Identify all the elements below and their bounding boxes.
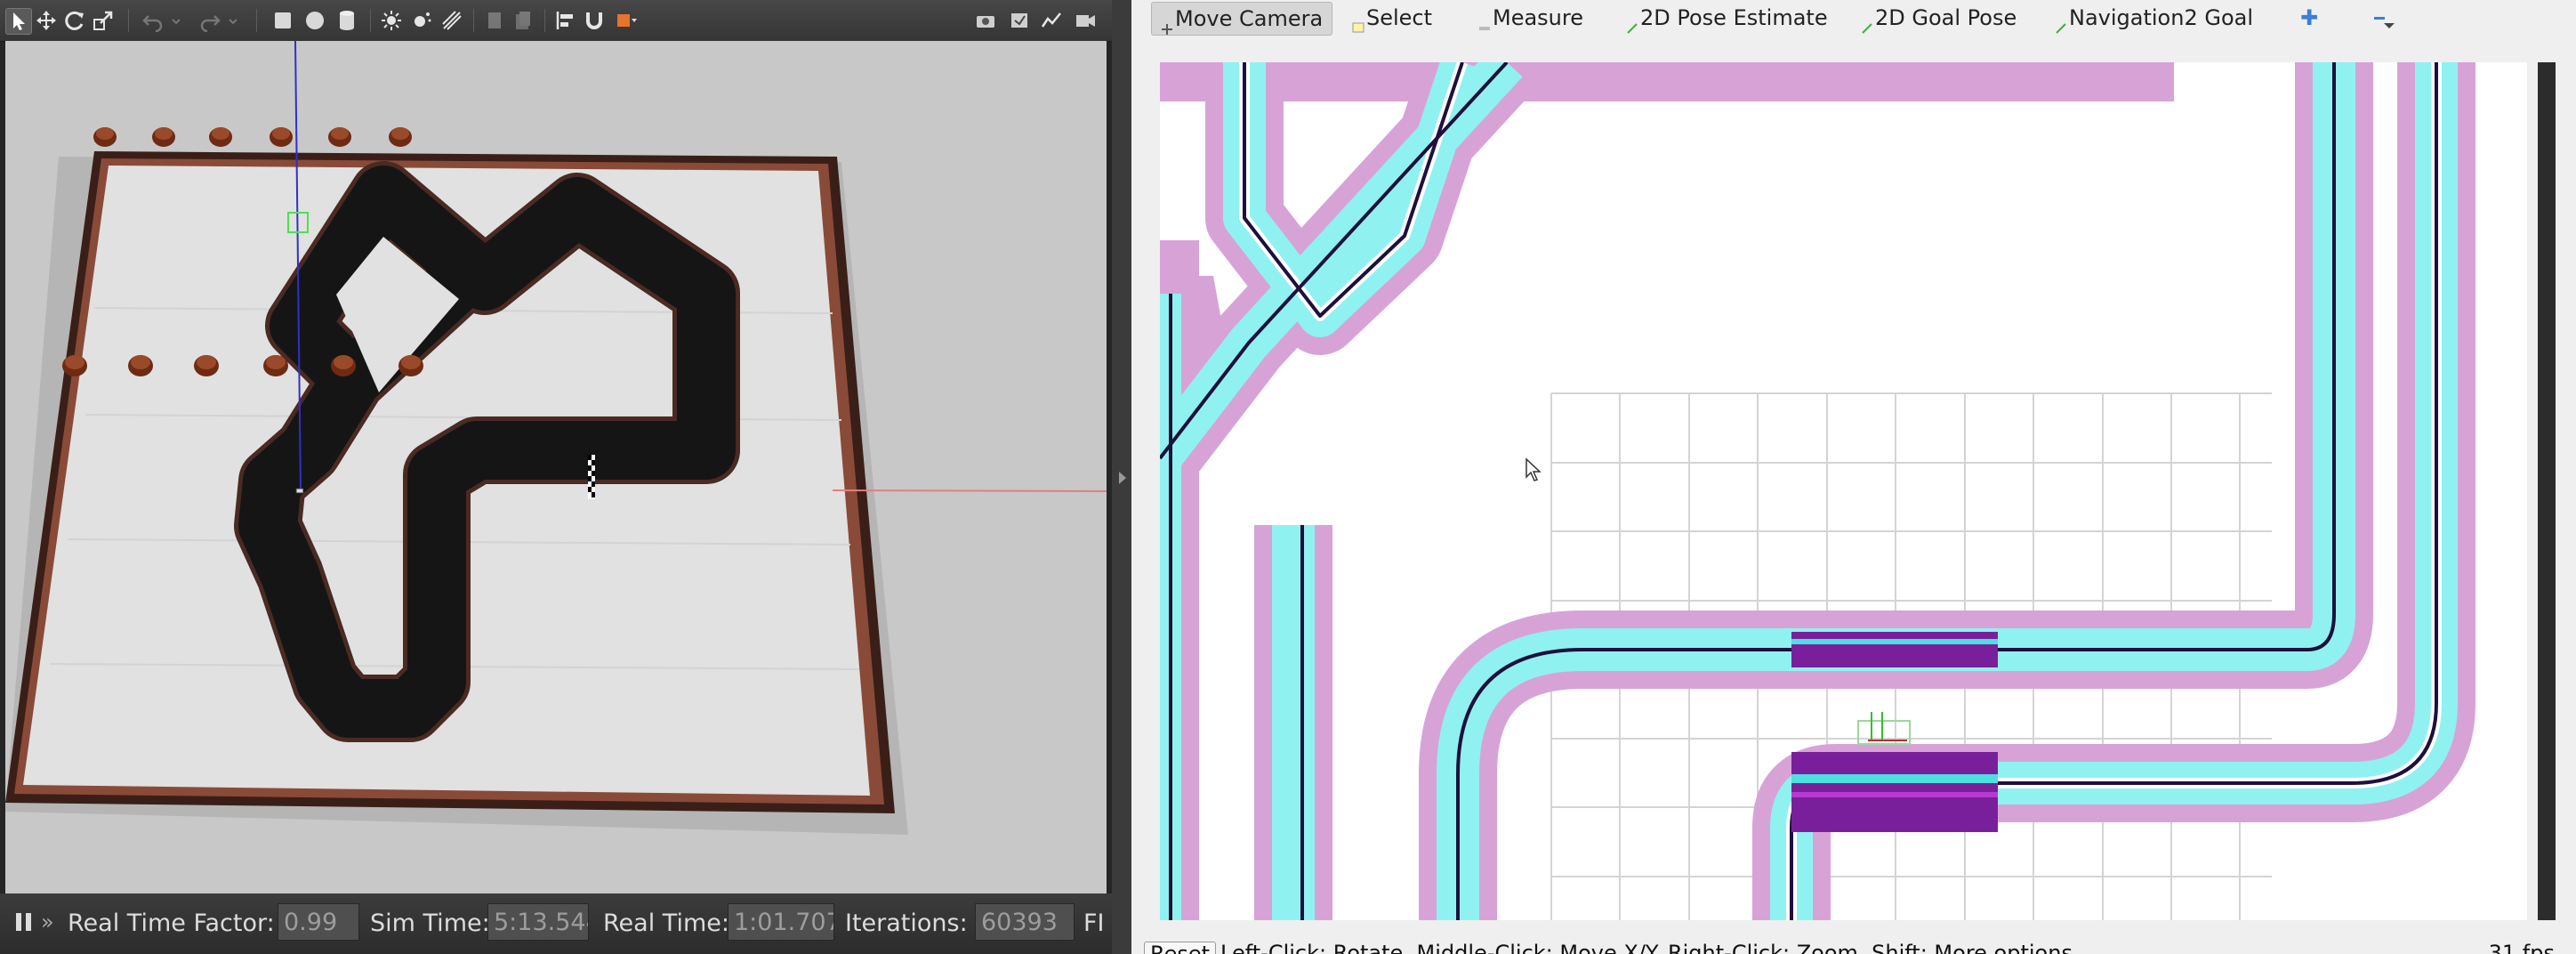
robot (295, 488, 304, 494)
pose-estimate-icon (1626, 12, 1638, 34)
pose-estimate-label: 2D Pose Estimate (1640, 5, 1828, 30)
snap-icon[interactable] (582, 8, 607, 33)
step-forward-icon[interactable]: » (41, 910, 54, 934)
gazebo-toolbar (0, 0, 1112, 42)
rviz-3d-view[interactable] (1160, 62, 2527, 920)
move-camera-tool[interactable]: Move Camera (1151, 2, 1333, 36)
toolbar-dropdown-icon[interactable] (2382, 11, 2396, 43)
finish-line (588, 455, 595, 499)
plot-icon[interactable] (1039, 8, 1064, 33)
iterations-value: 60393 (975, 903, 1075, 941)
navigation2-goal-label: Navigation2 Goal (2069, 5, 2253, 30)
select-icon (1352, 12, 1364, 33)
align-icon[interactable] (553, 8, 578, 33)
rviz-toolbar: Move Camera Select Measure 2D Pose Estim… (1131, 0, 2576, 36)
fps-readout: 31 fps (2488, 941, 2555, 954)
goal-pose-icon (1861, 12, 1873, 34)
point-light-icon[interactable] (409, 8, 434, 33)
redo-dropdown-icon[interactable] (226, 8, 240, 33)
sim-time-value: 5:13.544 (487, 903, 589, 941)
reset-button[interactable]: Reset (1144, 942, 1217, 954)
copy-icon[interactable] (482, 8, 507, 33)
sphere-icon[interactable] (302, 8, 327, 33)
pause-icon[interactable] (12, 908, 36, 936)
gazebo-status-bar: » Real Time Factor: 0.99 Sim Time: 5:13.… (0, 893, 1112, 954)
gazebo-window: » Real Time Factor: 0.99 Sim Time: 5:13.… (0, 0, 1112, 954)
sun-light-icon[interactable] (379, 8, 404, 33)
select-label: Select (1366, 5, 1433, 30)
measure-tool[interactable]: Measure (1478, 2, 1583, 34)
box-icon[interactable] (270, 8, 295, 33)
gazebo-3d-viewport[interactable] (5, 41, 1107, 893)
rviz-status-bar: Reset Left-Click: Rotate. Middle-Click: … (1131, 934, 2576, 954)
cylinder-icon[interactable] (334, 8, 359, 33)
move-camera-label: Move Camera (1175, 6, 1324, 31)
log-icon[interactable] (1007, 8, 1032, 33)
scale-icon[interactable] (91, 8, 116, 33)
add-tool-icon[interactable]: ✚ (2300, 2, 2318, 34)
pane-splitter[interactable] (1112, 0, 1131, 954)
navigation2-goal-tool[interactable]: Navigation2 Goal (2055, 2, 2253, 34)
goal-pose-label: 2D Goal Pose (1875, 5, 2017, 30)
sim-time-label: Sim Time: (370, 910, 490, 937)
measure-icon (1478, 12, 1491, 30)
splitter-arrow-icon (1119, 472, 1126, 484)
real-time-factor-label: Real Time Factor: (68, 910, 275, 937)
measure-label: Measure (1493, 5, 1583, 30)
rviz-window: Move Camera Select Measure 2D Pose Estim… (1131, 0, 2576, 954)
mouse-hint-text: Left-Click: Rotate. Middle-Click: Move X… (1220, 941, 2080, 954)
video-icon[interactable] (1073, 8, 1098, 33)
real-time-factor-value: 0.99 (278, 903, 359, 941)
fps-label: FI (1083, 910, 1105, 937)
translate-icon[interactable] (34, 8, 59, 33)
select-tool[interactable]: Select (1352, 2, 1432, 34)
rviz-scrollbar[interactable] (2538, 62, 2556, 920)
spot-light-icon[interactable] (439, 8, 464, 33)
rotate-icon[interactable] (62, 8, 87, 33)
real-time-label: Real Time: (603, 910, 729, 937)
select-arrow-icon[interactable] (5, 8, 32, 35)
undo-icon[interactable] (141, 8, 165, 33)
undo-dropdown-icon[interactable] (169, 8, 183, 33)
goal-pose-tool[interactable]: 2D Goal Pose (1861, 2, 2017, 34)
screenshot-icon[interactable] (973, 8, 998, 33)
real-time-value: 1:01.707 (728, 903, 834, 941)
move-camera-icon (1161, 12, 1173, 35)
change-view-icon[interactable] (614, 8, 639, 33)
navigation2-goal-icon (2055, 12, 2067, 34)
pose-estimate-tool[interactable]: 2D Pose Estimate (1626, 2, 1828, 34)
paste-icon[interactable] (511, 8, 535, 33)
redo-icon[interactable] (197, 8, 222, 33)
iterations-label: Iterations: (845, 910, 968, 937)
